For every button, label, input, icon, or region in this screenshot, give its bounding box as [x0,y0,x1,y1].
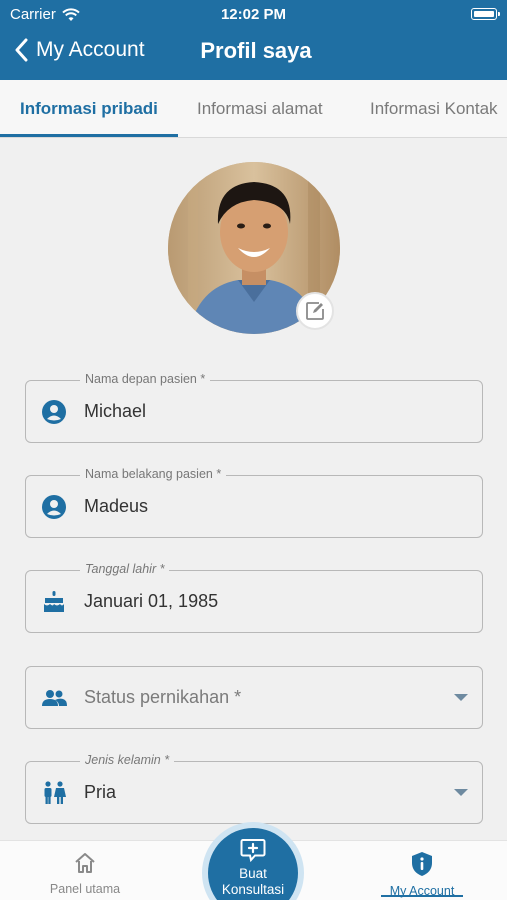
last-name-value: Madeus [84,496,149,516]
first-name-field[interactable]: Nama depan pasien * Michael [25,372,483,443]
create-consultation-button[interactable]: Buat Konsultasi [208,828,298,900]
tab-personal-info[interactable]: Informasi pribadi [20,80,158,137]
first-name-label: Nama depan pasien * [80,372,211,386]
fab-label-line1: Buat [239,866,267,881]
status-bar: Carrier 12:02 PM [0,0,507,28]
battery-icon [471,8,500,20]
shield-info-icon [412,852,432,876]
birth-date-label: Tanggal lahir * [80,562,170,576]
dropdown-caret-icon [454,694,468,701]
nav-active-indicator [381,895,463,897]
tab-address-info[interactable]: Informasi alamat [197,80,323,137]
gender-select[interactable]: Jenis kelamin * Pria [25,753,483,824]
nav-item-home[interactable]: Panel utama [40,851,130,896]
edit-avatar-button[interactable] [296,292,334,330]
edit-icon [306,302,324,320]
nav-item-my-account[interactable]: My Account [377,851,467,898]
birth-date-value: Januari 01, 1985 [84,591,219,611]
people-icon [42,690,67,706]
dropdown-caret-icon [454,789,468,796]
nav-home-label: Panel utama [49,882,121,896]
app-header: Carrier 12:02 PM My Account Profil saya [0,0,507,80]
page-title: Profil saya [200,38,312,63]
person-circle-icon [42,400,66,424]
clock-time: 12:02 PM [220,6,287,23]
tab-bar: Informasi pribadi Informasi alamat Infor… [0,80,507,138]
gender-value: Pria [84,782,117,802]
marital-status-select[interactable]: Status pernikahan * [25,666,483,729]
home-icon [75,853,95,873]
birth-date-field[interactable]: Tanggal lahir * Januari 01, 1985 [25,562,483,633]
fab-label-line2: Konsultasi [221,882,285,897]
active-tab-indicator [0,134,178,137]
first-name-value: Michael [84,401,147,421]
chat-plus-icon [240,839,266,863]
marital-status-placeholder: Status pernikahan * [84,687,242,707]
gender-label: Jenis kelamin * [80,753,175,767]
cake-icon [44,591,64,612]
person-circle-icon [42,495,66,519]
tab-contact-info[interactable]: Informasi Kontak [370,80,498,137]
last-name-field[interactable]: Nama belakang pasien * Madeus [25,467,483,538]
last-name-label: Nama belakang pasien * [80,467,227,481]
gender-icon [44,781,66,804]
